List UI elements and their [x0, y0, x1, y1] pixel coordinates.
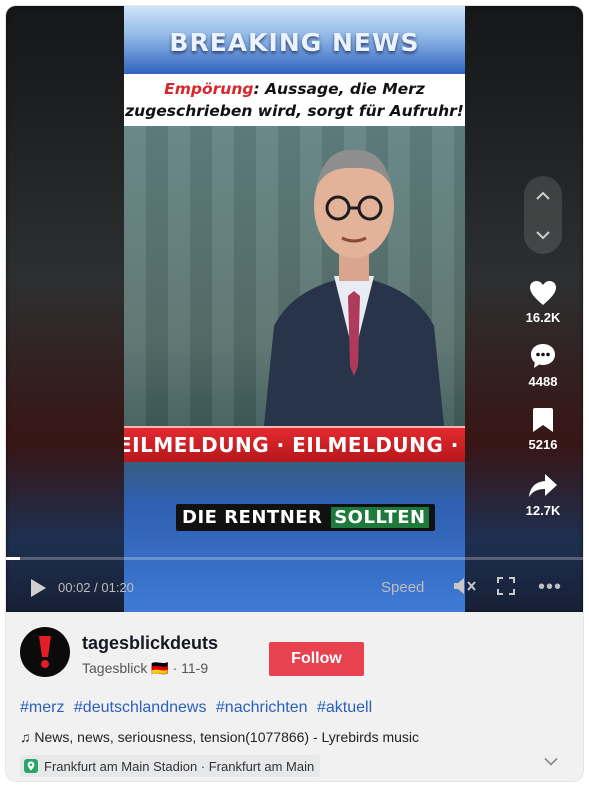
- hashtag-link[interactable]: #nachrichten: [216, 699, 308, 716]
- breaking-ticker: EILMELDUNG · EILMELDUNG · EILMELDUNG · E…: [124, 426, 465, 462]
- music-row[interactable]: ♫ News, news, seriousness, tension(10778…: [20, 729, 419, 745]
- exclamation-logo-icon: [39, 636, 51, 668]
- author-username[interactable]: tagesblickdeuts: [82, 633, 218, 654]
- location-pin-icon: [24, 759, 38, 773]
- video-card: BREAKING NEWS Empörung: Aussage, die Mer…: [6, 6, 583, 781]
- previous-video-button[interactable]: [524, 176, 562, 215]
- comment-icon: [531, 344, 555, 368]
- chevron-up-icon: [536, 191, 550, 200]
- author-avatar[interactable]: [20, 627, 70, 677]
- post-date: 11-9: [181, 660, 209, 676]
- video-player[interactable]: BREAKING NEWS Empörung: Aussage, die Mer…: [6, 6, 583, 612]
- fullscreen-icon[interactable]: [496, 576, 516, 596]
- hashtag-link[interactable]: #deutschlandnews: [74, 699, 207, 716]
- headline-rest: : Aussage, die Merz: [253, 80, 425, 98]
- breaking-news-text: BREAKING NEWS: [169, 28, 420, 57]
- ticker-text: EILMELDUNG · EILMELDUNG · EILMELDUNG · E…: [124, 433, 465, 457]
- heart-icon: [530, 281, 556, 305]
- share-arrow-icon: [529, 474, 557, 497]
- music-title: News, news, seriousness, tension(1077866…: [34, 729, 420, 745]
- muted-speaker-icon[interactable]: [452, 576, 478, 596]
- breaking-news-banner: BREAKING NEWS: [124, 6, 465, 74]
- video-info: tagesblickdeuts Tagesblick 🇩🇪 · 11-9 Fol…: [6, 612, 583, 781]
- comment-count: 4488: [528, 374, 558, 389]
- progress-fill: [6, 557, 21, 560]
- chevron-down-icon: [536, 230, 550, 239]
- chevron-down-icon[interactable]: [544, 757, 558, 766]
- progress-bar[interactable]: [6, 557, 583, 560]
- save-button[interactable]: 5216: [518, 407, 568, 452]
- hashtag-list: #merz #deutschlandnews #nachrichten #akt…: [20, 699, 377, 717]
- location-text: Frankfurt am Main Stadion · Frankfurt am…: [44, 758, 315, 774]
- player-controls: 00:02 / 01:20 Speed •••: [6, 566, 583, 612]
- author-subline: Tagesblick 🇩🇪 · 11-9: [82, 660, 208, 677]
- like-count: 16.2K: [525, 310, 561, 325]
- hashtag-link[interactable]: #merz: [20, 699, 64, 716]
- next-video-button[interactable]: [524, 215, 562, 254]
- follow-button[interactable]: Follow: [269, 642, 364, 676]
- caption-main: DIE RENTNER: [182, 507, 323, 528]
- music-note-icon: ♫: [20, 729, 31, 745]
- speaker-figure: [264, 149, 444, 426]
- like-button[interactable]: 16.2K: [518, 280, 568, 325]
- time-display: 00:02 / 01:20: [58, 580, 134, 595]
- save-count: 5216: [528, 437, 558, 452]
- separator-dot: ·: [172, 660, 182, 676]
- hashtag-link[interactable]: #aktuell: [317, 699, 372, 716]
- speed-button[interactable]: Speed: [381, 579, 424, 596]
- comment-button[interactable]: 4488: [518, 342, 568, 389]
- share-count: 12.7K: [525, 503, 561, 518]
- author-display-name[interactable]: Tagesblick 🇩🇪: [82, 660, 169, 676]
- more-options-icon[interactable]: •••: [538, 576, 562, 599]
- play-icon[interactable]: [28, 577, 48, 599]
- caption-highlight: SOLLTEN: [331, 507, 429, 528]
- video-frame[interactable]: BREAKING NEWS Empörung: Aussage, die Mer…: [124, 6, 465, 612]
- share-button[interactable]: 12.7K: [518, 473, 568, 518]
- video-nav: [524, 176, 562, 254]
- video-headline: Empörung: Aussage, die Merz zugeschriebe…: [124, 74, 465, 126]
- headline-accent: Empörung: [164, 80, 254, 98]
- video-caption: DIE RENTNER SOLLTEN: [176, 504, 435, 531]
- location-tag[interactable]: Frankfurt am Main Stadion · Frankfurt am…: [20, 755, 321, 777]
- headline-line2: zugeschrieben wird, sorgt für Aufruhr!: [125, 102, 464, 120]
- bookmark-icon: [533, 408, 553, 432]
